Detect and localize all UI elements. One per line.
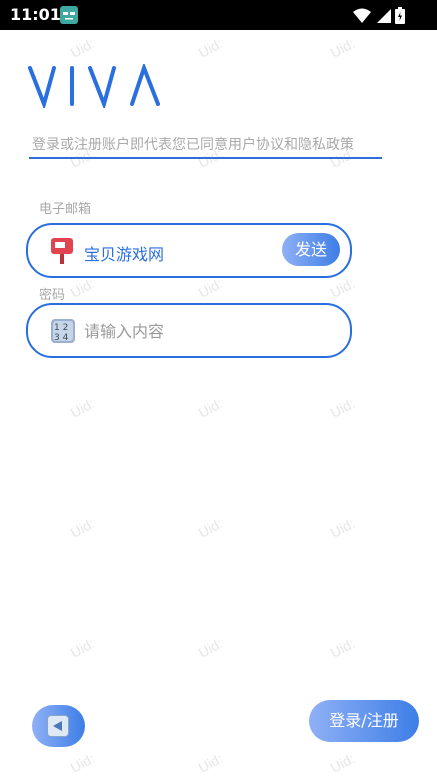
status-time: 11:01 xyxy=(10,5,61,24)
watermark-text: Uid: xyxy=(327,35,358,61)
status-bar: 11:01 xyxy=(0,0,437,30)
back-arrow-icon xyxy=(47,715,69,737)
agreement-underline xyxy=(29,157,382,159)
mailbox-icon xyxy=(50,237,74,265)
numbers-icon: 1 2 3 4 xyxy=(50,318,76,344)
email-field[interactable]: 宝贝游戏网 发送 xyxy=(26,223,352,278)
watermark-text: Uid: xyxy=(67,750,98,776)
watermark-text: Uid: xyxy=(327,275,358,301)
watermark-text: Uid: xyxy=(67,395,98,421)
watermark-text: Uid: xyxy=(195,515,226,541)
watermark-text: Uid: xyxy=(195,395,226,421)
send-code-button[interactable]: 发送 xyxy=(282,233,340,266)
watermark-text: Uid: xyxy=(195,750,226,776)
watermark-text: Uid: xyxy=(327,395,358,421)
watermark-text: Uid: xyxy=(195,35,226,61)
svg-text:3 4: 3 4 xyxy=(54,333,69,343)
watermark-text: Uid: xyxy=(327,515,358,541)
email-label: 电子邮箱 xyxy=(39,202,92,217)
password-field[interactable]: 1 2 3 4 xyxy=(26,303,352,358)
app-notification-icon xyxy=(60,6,78,24)
watermark-text: Uid: xyxy=(195,635,226,661)
wifi-icon xyxy=(353,8,371,28)
watermark-text: Uid: xyxy=(67,635,98,661)
email-value: 宝贝游戏网 xyxy=(84,245,165,264)
svg-text:1 2: 1 2 xyxy=(54,323,68,333)
login-register-button[interactable]: 登录/注册 xyxy=(309,700,419,742)
agreement-text[interactable]: 登录或注册账户即代表您已同意用户协议和隐私政策 xyxy=(32,134,382,154)
viva-logo xyxy=(28,62,162,111)
watermark-text: Uid: xyxy=(67,275,98,301)
password-label: 密码 xyxy=(39,288,66,303)
watermark-text: Uid: xyxy=(67,35,98,61)
watermark-text: Uid: xyxy=(195,275,226,301)
back-button[interactable] xyxy=(32,705,85,747)
password-input[interactable] xyxy=(84,317,324,345)
battery-icon xyxy=(395,7,405,28)
watermark-text: Uid: xyxy=(67,515,98,541)
cell-signal-icon xyxy=(375,8,391,28)
watermark-text: Uid: xyxy=(327,750,358,776)
watermark-text: Uid: xyxy=(327,635,358,661)
